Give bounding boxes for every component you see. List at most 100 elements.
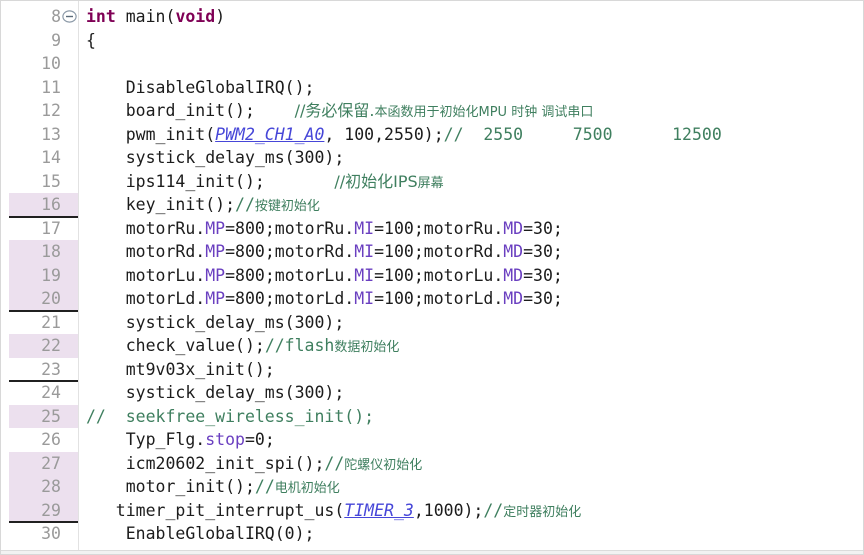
code-token: timer_pit_interrupt_us( bbox=[86, 500, 345, 520]
code-token: =100;motorRu. bbox=[374, 218, 504, 238]
line-number: 15 bbox=[41, 171, 61, 191]
code-token: systick_delay_ms(300); bbox=[86, 383, 345, 402]
code-token: MD bbox=[503, 242, 524, 261]
line-number: 21 bbox=[41, 312, 61, 332]
code-line[interactable]: 23 mt9v03x_init(); bbox=[1, 358, 863, 382]
code-line-text[interactable]: motorLu.MP=800;motorLu.MI=100;motorLu.MD… bbox=[86, 264, 563, 288]
code-line[interactable]: 29 timer_pit_interrupt_us(TIMER_3,1000);… bbox=[1, 498, 863, 523]
line-number: 20 bbox=[41, 289, 61, 308]
code-line-text[interactable]: timer_pit_interrupt_us(TIMER_3,1000);//定… bbox=[86, 499, 581, 523]
code-token: MP bbox=[205, 242, 226, 261]
code-line-text[interactable]: motorRu.MP=800;motorRu.MI=100;motorRu.MD… bbox=[86, 217, 563, 241]
code-token: =100;motorRd. bbox=[374, 242, 504, 261]
code-line-text[interactable]: ips114_init(); //初始化IPS屏幕 bbox=[86, 170, 444, 194]
code-token: =800;motorLd. bbox=[225, 289, 355, 308]
code-line-text[interactable]: EnableGlobalIRQ(0); bbox=[86, 522, 315, 546]
code-line-text[interactable]: Typ_Flg.stop=0; bbox=[86, 428, 275, 452]
line-number: 23 bbox=[41, 359, 61, 379]
code-line-text[interactable]: key_init();//按键初始化 bbox=[86, 193, 320, 217]
code-token: int bbox=[86, 7, 116, 26]
code-line-text[interactable]: int main(void) bbox=[86, 5, 225, 29]
code-line[interactable]: 12 board_init(); //务必保留.本函数用于初始化MPU 时钟 调… bbox=[1, 99, 863, 123]
code-editor[interactable]: 8 int main(void) 9{10 11 DisableGlobalIRQ()… bbox=[0, 0, 864, 555]
code-token: MI bbox=[354, 218, 375, 238]
code-line[interactable]: 14 systick_delay_ms(300); bbox=[1, 146, 863, 170]
code-token: ips114_init(); bbox=[86, 171, 335, 191]
line-number: 28 bbox=[41, 477, 61, 496]
code-token: MD bbox=[503, 218, 524, 238]
code-line-text[interactable]: systick_delay_ms(300); bbox=[86, 311, 345, 335]
line-number: 9 bbox=[51, 30, 61, 50]
code-token: 屏幕 bbox=[417, 175, 444, 191]
line-number: 16 bbox=[41, 195, 61, 214]
code-line-text[interactable]: // seekfree_wireless_init(); bbox=[86, 405, 374, 429]
code-token: // 2550 7500 12500 bbox=[443, 124, 722, 144]
code-token: // bbox=[324, 453, 345, 473]
line-number: 30 bbox=[41, 524, 61, 543]
code-line-text[interactable]: { bbox=[86, 29, 96, 53]
code-line[interactable]: 21 systick_delay_ms(300); bbox=[1, 311, 863, 335]
line-number: 27 bbox=[41, 453, 61, 473]
code-line-text[interactable]: motorLd.MP=800;motorLd.MI=100;motorLd.MD… bbox=[86, 287, 563, 311]
code-token: ) bbox=[215, 7, 226, 26]
code-token: EnableGlobalIRQ(0); bbox=[86, 524, 315, 543]
code-line[interactable]: 9{ bbox=[1, 29, 863, 53]
collapse-minus-icon[interactable] bbox=[62, 9, 77, 24]
code-token: 数据初始化 bbox=[334, 340, 400, 355]
code-token: =800;motorRu. bbox=[225, 218, 355, 238]
code-line[interactable]: 26 Typ_Flg.stop=0; bbox=[1, 428, 863, 452]
code-line-text[interactable]: mt9v03x_init(); bbox=[86, 358, 275, 382]
code-token: board_init(); bbox=[86, 101, 295, 120]
code-line[interactable]: 18 motorRd.MP=800;motorRd.MI=100;motorRd… bbox=[1, 240, 863, 264]
line-number: 11 bbox=[41, 77, 61, 97]
code-line[interactable]: 16 key_init();//按键初始化 bbox=[1, 193, 863, 218]
code-token: key_init(); bbox=[86, 195, 236, 214]
code-token: ( bbox=[165, 7, 176, 26]
code-line-text[interactable]: icm20602_init_spi();//陀螺仪初始化 bbox=[86, 452, 423, 476]
code-token: //初始化IPS bbox=[334, 171, 418, 191]
code-token: stop bbox=[205, 430, 245, 449]
code-line[interactable]: 13 pwm_init(PWM2_CH1_A0, 100,2550);// 25… bbox=[1, 123, 863, 147]
code-line-text[interactable]: pwm_init(PWM2_CH1_A0, 100,2550);// 2550 … bbox=[86, 123, 722, 147]
code-line[interactable]: 25 // seekfree_wireless_init(); bbox=[1, 404, 863, 429]
code-line[interactable]: 15 ips114_init(); //初始化IPS屏幕 bbox=[1, 170, 863, 194]
code-line[interactable]: 22 check_value();//flash数据初始化 bbox=[1, 334, 863, 358]
line-number: 22 bbox=[41, 336, 61, 355]
code-line-text[interactable]: systick_delay_ms(300); bbox=[86, 146, 345, 170]
line-number: 14 bbox=[41, 148, 61, 167]
code-line[interactable]: 17 motorRu.MP=800;motorRu.MI=100;motorRu… bbox=[1, 217, 863, 241]
code-line[interactable]: 30 EnableGlobalIRQ(0); bbox=[1, 522, 863, 546]
code-token: 按键初始化 bbox=[254, 199, 320, 214]
line-number: 29 bbox=[41, 500, 61, 520]
code-token: motorLu. bbox=[86, 265, 206, 285]
code-lines-container[interactable]: 8 int main(void) 9{10 11 DisableGlobalIRQ()… bbox=[1, 1, 863, 554]
code-token: =30; bbox=[523, 218, 563, 238]
code-token: systick_delay_ms(300); bbox=[86, 312, 345, 332]
code-line[interactable]: 11 DisableGlobalIRQ(); bbox=[1, 76, 863, 100]
code-line[interactable]: 27 icm20602_init_spi();//陀螺仪初始化 bbox=[1, 451, 863, 476]
code-line[interactable]: 19 motorLu.MP=800;motorLu.MI=100;motorLu… bbox=[1, 263, 863, 288]
code-line-text[interactable]: check_value();//flash数据初始化 bbox=[86, 334, 400, 358]
code-token: { bbox=[86, 30, 96, 50]
code-token: // bbox=[235, 195, 255, 214]
line-number: 25 bbox=[41, 406, 61, 426]
code-line-text[interactable]: systick_delay_ms(300); bbox=[86, 381, 345, 405]
line-number: 26 bbox=[41, 430, 61, 449]
code-line-text[interactable]: motorRd.MP=800;motorRd.MI=100;motorRd.MD… bbox=[86, 240, 563, 264]
line-number: 10 bbox=[41, 54, 61, 73]
code-line[interactable]: 24 systick_delay_ms(300); bbox=[1, 381, 863, 405]
code-token: MP bbox=[205, 218, 226, 238]
code-line[interactable]: 8 int main(void) bbox=[1, 5, 863, 29]
code-token: //务必保留. bbox=[294, 101, 375, 120]
code-line-text[interactable]: motor_init();//电机初始化 bbox=[86, 475, 340, 499]
code-token: main bbox=[125, 7, 166, 26]
code-token: motorRu. bbox=[86, 218, 206, 238]
line-number: 17 bbox=[41, 218, 61, 238]
code-line-text[interactable]: DisableGlobalIRQ(); bbox=[86, 76, 315, 100]
code-line-text[interactable]: board_init(); //务必保留.本函数用于初始化MPU 时钟 调试串口 bbox=[86, 99, 594, 123]
code-token: =30; bbox=[523, 289, 563, 308]
code-line[interactable]: 20 motorLd.MP=800;motorLd.MI=100;motorLd… bbox=[1, 287, 863, 312]
code-line[interactable]: 28 motor_init();//电机初始化 bbox=[1, 475, 863, 499]
code-line[interactable]: 10 bbox=[1, 52, 863, 76]
